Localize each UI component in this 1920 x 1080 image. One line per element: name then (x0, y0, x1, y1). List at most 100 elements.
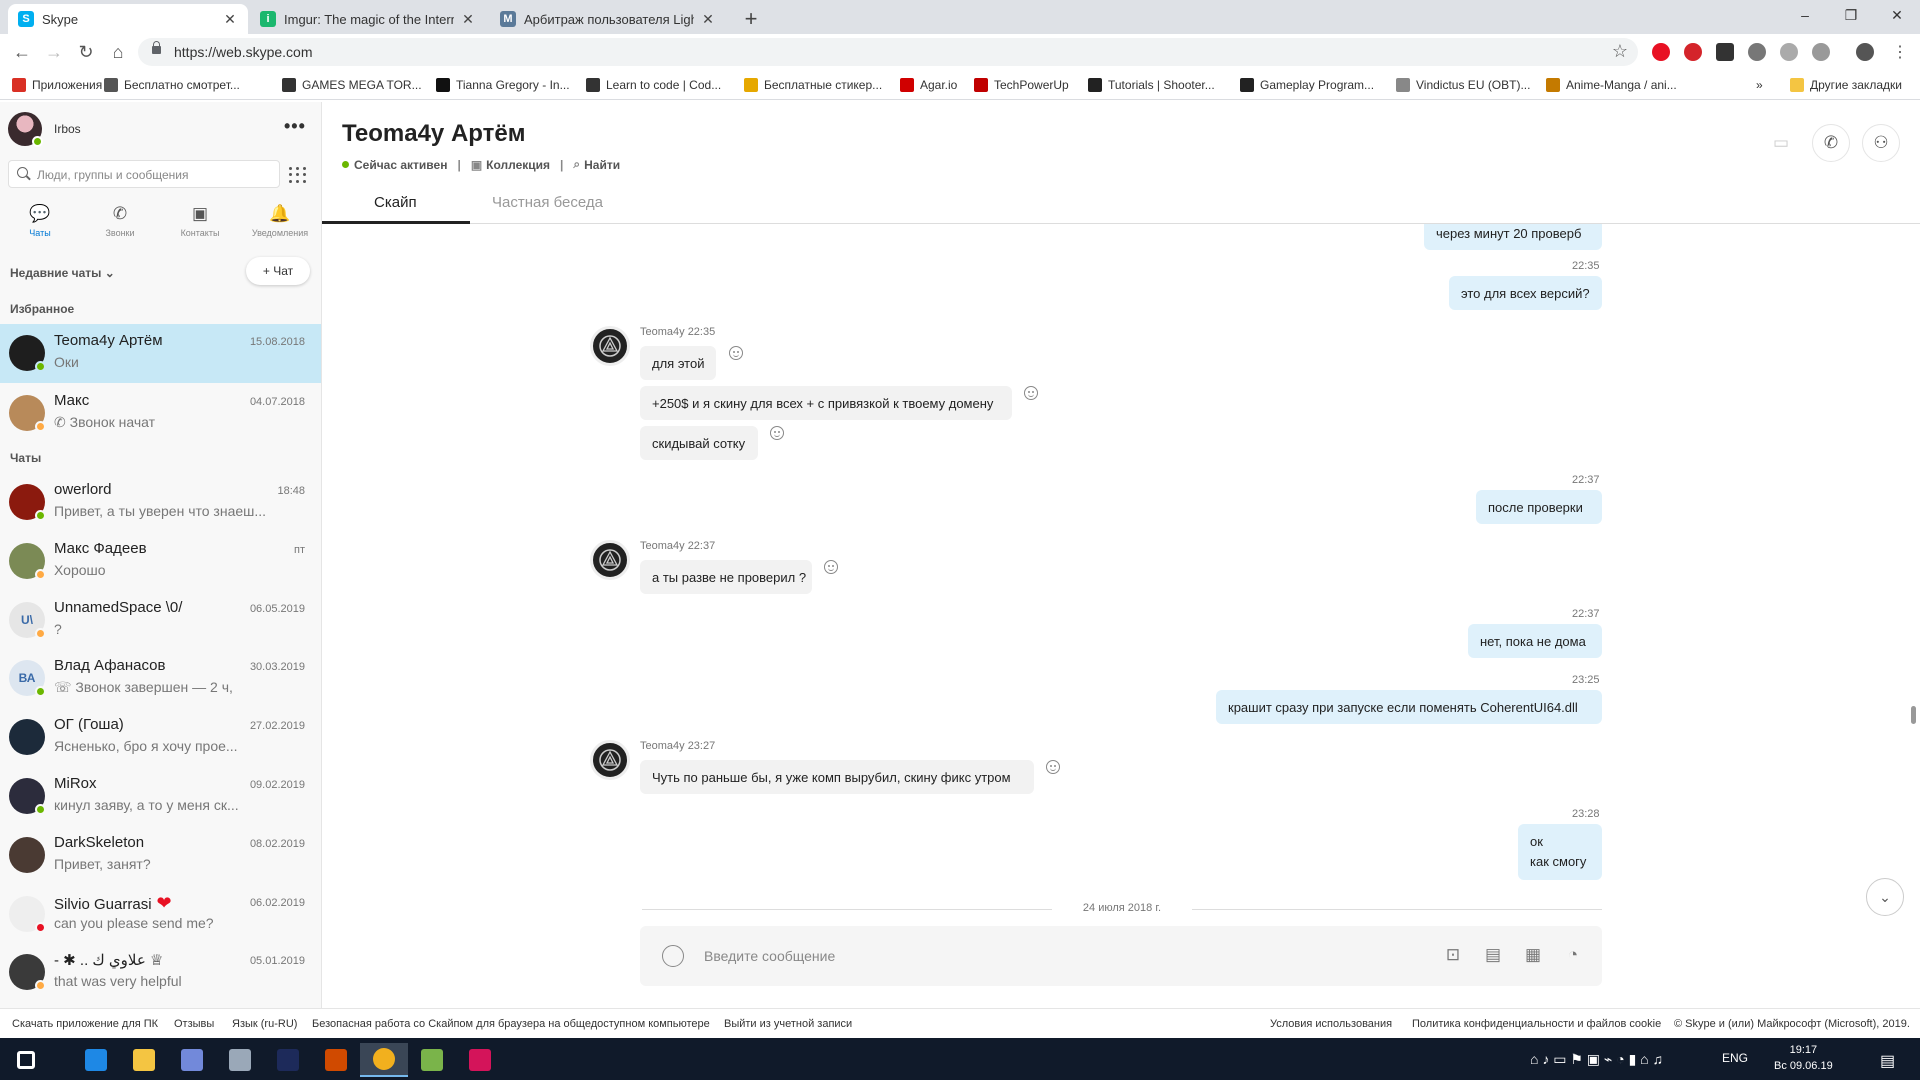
chat-list-item[interactable]: Макс ✆ Звонок начат 04.07.2018 (0, 384, 321, 443)
react-emoji-icon[interactable] (1046, 760, 1060, 774)
taskbar-app[interactable] (72, 1043, 120, 1077)
emoji-icon[interactable] (662, 945, 684, 967)
message-composer[interactable]: Введите сообщение ⊡ ▤ ▦ ◔ (640, 926, 1602, 986)
bookmarks-more-icon[interactable]: » (1756, 76, 1763, 94)
tab-habr[interactable]: M Арбитраж пользователя LightF ✕ (490, 4, 726, 34)
chat-list-item[interactable]: Макс Фадеев Хорошо пт (0, 532, 321, 591)
message-bubble[interactable]: после проверки (1476, 490, 1602, 524)
message-bubble[interactable]: Чуть по раньше бы, я уже комп вырубил, с… (640, 760, 1034, 794)
bookmark-star-icon[interactable]: ☆ (1612, 41, 1628, 62)
chat-list-item[interactable]: DarkSkeleton Привет, занят? 08.02.2019 (0, 826, 321, 885)
chat-list-item[interactable]: U\ UnnamedSpace \0/? 06.05.2019 (0, 591, 321, 650)
message-bubble[interactable]: это для всех версий? (1449, 276, 1602, 310)
close-window-button[interactable]: ✕ (1874, 0, 1920, 30)
bookmark-item[interactable]: Gameplay Program... (1240, 76, 1374, 94)
poll-icon[interactable]: ◔ (1560, 942, 1586, 968)
taskbar-app[interactable] (216, 1043, 264, 1077)
taskbar-app[interactable] (360, 1043, 408, 1077)
chat-list-item[interactable]: Teoma4y Артём Оки 15.08.2018 (0, 324, 321, 383)
language-indicator[interactable]: ENG (1722, 1051, 1748, 1065)
forward-icon[interactable]: → (40, 40, 68, 64)
bookmark-item[interactable]: Приложения (12, 76, 102, 94)
footer-link[interactable]: Отзывы (174, 1018, 214, 1030)
taskbar-app[interactable] (168, 1043, 216, 1077)
react-emoji-icon[interactable] (770, 426, 784, 440)
taskbar-app[interactable] (312, 1043, 360, 1077)
taskbar-clock[interactable]: 19:17 Вс 09.06.19 (1774, 1042, 1833, 1074)
nav-tab-contacts[interactable]: ▣ Контакты (160, 198, 240, 246)
my-name[interactable]: Irbos (54, 122, 81, 136)
bookmark-item[interactable]: Бесплатные стикер... (744, 76, 882, 94)
close-tab-icon[interactable]: ✕ (222, 11, 238, 28)
collection-link[interactable]: Коллекция (486, 158, 550, 172)
contact-avatar[interactable] (590, 540, 630, 580)
calendar-icon[interactable]: ▦ (1520, 942, 1546, 968)
tab-skype[interactable]: Скайп (374, 194, 417, 211)
message-bubble[interactable]: через минут 20 проверб (1424, 224, 1602, 250)
close-tab-icon[interactable]: ✕ (460, 11, 476, 28)
minimize-button[interactable]: – (1782, 0, 1828, 30)
contact-avatar[interactable] (590, 740, 630, 780)
opera-ext-icon[interactable] (1652, 43, 1670, 61)
chrome-menu-icon[interactable]: ⋮ (1886, 40, 1914, 64)
chat-list-item[interactable]: MiRox кинул заяву, а то у меня ск... 09.02… (0, 767, 321, 826)
profile-avatar[interactable] (1856, 43, 1874, 61)
chat-list-item[interactable]: ВА Влад Афанасов ☏ Звонок завершен — 2 ч, 3… (0, 649, 321, 708)
taskbar-app[interactable] (120, 1043, 168, 1077)
url-text[interactable]: https://web.skype.com (174, 44, 313, 60)
find-link[interactable]: Найти (584, 158, 620, 172)
dialpad-icon[interactable] (284, 164, 308, 186)
footer-link[interactable]: Выйти из учетной записи (724, 1018, 852, 1030)
notification-center-icon[interactable]: ▤ (1880, 1051, 1895, 1071)
extension-icon[interactable] (1748, 43, 1766, 61)
message-bubble[interactable]: ок как смогу (1518, 824, 1602, 880)
extension-icon[interactable] (1716, 43, 1734, 61)
bookmark-item[interactable]: Tianna Gregory - In... (436, 76, 570, 94)
extension-icon[interactable] (1812, 43, 1830, 61)
extension-icon[interactable] (1780, 43, 1798, 61)
more-options-icon[interactable]: ••• (284, 116, 306, 137)
chat-list-item[interactable]: ОГ (Гоша) Ясненько, бро я хочу прое... 27.… (0, 708, 321, 767)
other-bookmarks[interactable]: Другие закладки (1790, 76, 1902, 94)
recent-chats-dropdown[interactable]: Недавние чаты ⌄ (10, 266, 115, 280)
message-bubble[interactable]: скидывай сотку (640, 426, 758, 460)
message-bubble[interactable]: а ты разве не проверил ? (640, 560, 812, 594)
tab-imgur[interactable]: i Imgur: The magic of the Internet ✕ (250, 4, 486, 34)
footer-link[interactable]: Скачать приложение для ПК (12, 1018, 158, 1030)
taskbar-app[interactable] (264, 1043, 312, 1077)
chat-list-item[interactable]: owerlord Привет, а ты уверен что знаеш...… (0, 473, 321, 532)
bookmark-item[interactable]: Anime-Manga / ani... (1546, 76, 1677, 94)
footer-link[interactable]: Язык (ru-RU) (232, 1018, 297, 1030)
close-tab-icon[interactable]: ✕ (700, 11, 716, 28)
reload-icon[interactable]: ↻ (72, 40, 100, 64)
tab-private-conversation[interactable]: Частная беседа (492, 194, 603, 211)
chat-list-item[interactable]: - ✱ .. علاوي ﻙ ♕ that was very helpful 05.… (0, 943, 321, 1002)
bookmark-item[interactable]: Vindictus EU (OBT)... (1396, 76, 1530, 94)
chat-list-item[interactable]: Silvio Guarrasi ❤ can you please send me?… (0, 885, 321, 944)
bookmark-item[interactable]: TechPowerUp (974, 76, 1069, 94)
bookmark-item[interactable]: Learn to code | Cod... (586, 76, 721, 94)
new-chat-button[interactable]: + Чат (246, 257, 310, 285)
nav-tab-calls[interactable]: ✆ Звонки (80, 198, 160, 246)
phone-call-icon[interactable]: ✆ (1812, 124, 1850, 162)
tab-skype[interactable]: S Skype ✕ (8, 4, 248, 34)
message-bubble[interactable]: нет, пока не дома (1468, 624, 1602, 658)
message-bubble[interactable]: крашит сразу при запуске если поменять C… (1216, 690, 1602, 724)
add-person-icon[interactable]: ⚇ (1862, 124, 1900, 162)
back-icon[interactable]: ← (8, 40, 36, 64)
contact-avatar[interactable] (590, 326, 630, 366)
scrollbar-thumb[interactable] (1911, 706, 1916, 724)
adblock-ext-icon[interactable] (1684, 43, 1702, 61)
address-bar[interactable]: https://web.skype.com ☆ (138, 38, 1638, 66)
react-emoji-icon[interactable] (729, 346, 743, 360)
react-emoji-icon[interactable] (1024, 386, 1038, 400)
taskbar-app[interactable] (456, 1043, 504, 1077)
taskbar-app[interactable] (408, 1043, 456, 1077)
footer-link[interactable]: Условия использования (1270, 1018, 1392, 1030)
contact-card-icon[interactable]: ▤ (1480, 942, 1506, 968)
bookmark-item[interactable]: Tutorials | Shooter... (1088, 76, 1215, 94)
video-call-icon[interactable]: ▭ (1762, 124, 1800, 162)
home-icon[interactable]: ⌂ (104, 40, 132, 64)
footer-link[interactable]: Политика конфиденциальности и файлов coo… (1412, 1018, 1661, 1030)
footer-link[interactable]: Безопасная работа со Скайпом для браузер… (312, 1018, 710, 1030)
